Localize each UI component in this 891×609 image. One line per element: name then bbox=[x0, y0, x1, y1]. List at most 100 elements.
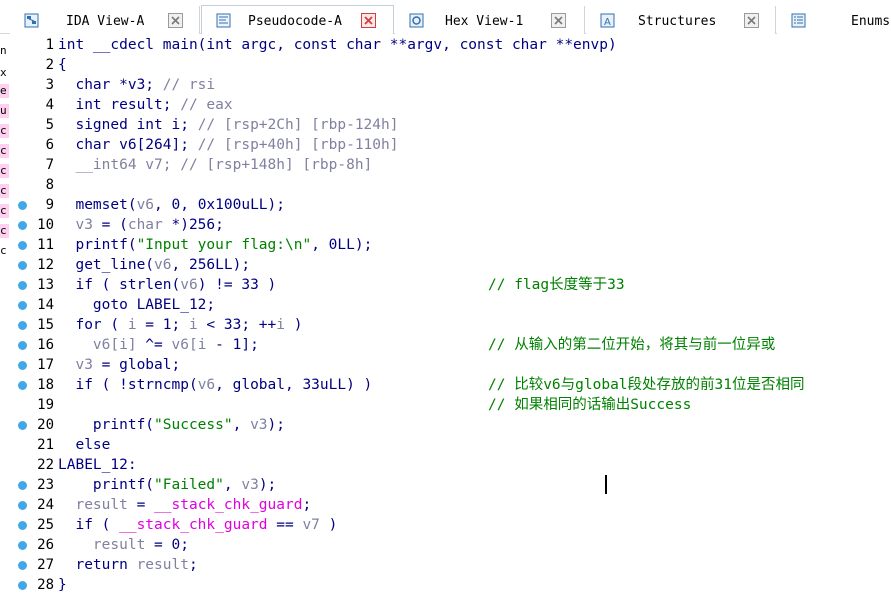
code-token[interactable]: if ( bbox=[58, 517, 119, 533]
code-token[interactable]: } bbox=[58, 577, 67, 593]
tab-ida-view-a[interactable]: IDA View-A bbox=[10, 6, 200, 34]
code-token[interactable]: ; bbox=[302, 497, 311, 513]
code-line[interactable]: 16 v6[i] ^= v6[i - 1]; // 从输入的第二位开始，将其与前一… bbox=[10, 335, 891, 355]
code-token[interactable]: v6 bbox=[180, 277, 197, 293]
code-text[interactable]: } bbox=[58, 575, 67, 595]
code-text[interactable]: v6[i] ^= v6[i - 1]; bbox=[58, 335, 259, 355]
code-token[interactable]: ); bbox=[259, 477, 276, 493]
code-line[interactable]: 4 int result; // eax bbox=[10, 95, 891, 115]
code-token[interactable]: result bbox=[137, 557, 189, 573]
code-text[interactable]: get_line(v6, 256LL); bbox=[58, 255, 250, 275]
code-text[interactable]: v3 = global; bbox=[58, 355, 180, 375]
code-token[interactable]: ) bbox=[285, 317, 303, 333]
code-token[interactable]: return bbox=[58, 557, 137, 573]
code-token[interactable]: *)256; bbox=[163, 217, 223, 233]
code-token[interactable]: v3 bbox=[250, 417, 267, 433]
code-line[interactable]: 20 printf("Success", v3); bbox=[10, 415, 891, 435]
code-token[interactable]: result bbox=[58, 537, 145, 553]
code-line[interactable]: 13 if ( strlen(v6) != 33 ) // flag长度等于33 bbox=[10, 275, 891, 295]
tab-hex-view-1[interactable]: Hex View-1 bbox=[395, 6, 585, 34]
pseudocode-editor[interactable]: 1 int __cdecl main(int argc, const char *… bbox=[10, 34, 891, 609]
code-text[interactable]: if ( strlen(v6) != 33 ) bbox=[58, 275, 276, 295]
code-token[interactable]: get_line( bbox=[58, 257, 154, 273]
code-line[interactable]: 28} bbox=[10, 575, 891, 595]
code-token[interactable]: = global; bbox=[93, 357, 181, 373]
code-line[interactable]: 11 printf("Input your flag:\n", 0LL); bbox=[10, 235, 891, 255]
code-token[interactable]: < 33; ++ bbox=[198, 317, 276, 333]
code-token[interactable]: char *v3; bbox=[58, 77, 163, 93]
code-text[interactable]: printf("Input your flag:\n", 0LL); bbox=[58, 235, 372, 255]
code-token[interactable]: // [rsp+2Ch] [rbp-124h] bbox=[198, 117, 399, 133]
code-line[interactable]: 21 else bbox=[10, 435, 891, 455]
code-text[interactable]: char *v3; // rsi bbox=[58, 75, 215, 95]
tab-structures[interactable]: A Structures bbox=[586, 6, 776, 34]
code-text[interactable]: LABEL_12: bbox=[58, 455, 137, 475]
code-token[interactable]: else bbox=[58, 437, 110, 453]
code-token[interactable]: printf( bbox=[58, 237, 136, 253]
code-token[interactable]: v6[i bbox=[172, 337, 207, 353]
code-text[interactable]: memset(v6, 0, 0x100uLL); bbox=[58, 195, 285, 215]
code-line[interactable]: 15 for ( i = 1; i < 33; ++i ) bbox=[10, 315, 891, 335]
code-text[interactable]: if ( !strncmp(v6, global, 33uLL) ) bbox=[58, 375, 372, 395]
code-line[interactable]: 18 if ( !strncmp(v6, global, 33uLL) ) // … bbox=[10, 375, 891, 395]
code-text[interactable]: printf("Failed", v3); bbox=[58, 475, 276, 495]
code-token[interactable]: goto LABEL_12; bbox=[58, 297, 215, 313]
code-token[interactable]: = 0; bbox=[145, 537, 189, 553]
code-comment[interactable]: // flag长度等于33 bbox=[488, 275, 625, 295]
code-comment[interactable]: // 从输入的第二位开始，将其与前一位异或 bbox=[488, 335, 775, 355]
code-token[interactable]: i bbox=[189, 317, 198, 333]
code-text[interactable]: v3 = (char *)256; bbox=[58, 215, 223, 235]
code-line[interactable]: 26 result = 0; bbox=[10, 535, 891, 555]
code-text[interactable]: __int64 v7; // [rsp+148h] [rbp-8h] bbox=[58, 155, 372, 175]
code-line[interactable]: 7 __int64 v7; // [rsp+148h] [rbp-8h] bbox=[10, 155, 891, 175]
code-token[interactable]: v6[i] bbox=[58, 337, 137, 353]
code-line[interactable]: 27 return result; bbox=[10, 555, 891, 575]
close-icon[interactable] bbox=[551, 13, 566, 28]
code-token[interactable]: v7 bbox=[302, 517, 319, 533]
code-token[interactable]: if ( !strncmp( bbox=[58, 377, 197, 393]
code-text[interactable]: int __cdecl main(int argc, const char **… bbox=[58, 35, 617, 55]
code-token[interactable]: i bbox=[276, 317, 285, 333]
code-token[interactable]: int result; bbox=[58, 97, 180, 113]
code-token[interactable]: = 1; bbox=[137, 317, 189, 333]
code-line[interactable]: 1 int __cdecl main(int argc, const char *… bbox=[10, 35, 891, 55]
code-token[interactable]: memset( bbox=[58, 197, 136, 213]
code-token[interactable]: , 0LL); bbox=[311, 237, 372, 253]
code-token[interactable]: "Success" bbox=[154, 417, 233, 433]
code-line[interactable]: 2{ bbox=[10, 55, 891, 75]
code-line[interactable]: 12 get_line(v6, 256LL); bbox=[10, 255, 891, 275]
code-token[interactable]: // rsi bbox=[163, 77, 215, 93]
code-line[interactable]: 6 char v6[264]; // [rsp+40h] [rbp-110h] bbox=[10, 135, 891, 155]
code-text[interactable]: { bbox=[58, 55, 67, 75]
code-token[interactable]: __stack_chk_guard bbox=[154, 497, 302, 513]
code-token[interactable]: __stack_chk_guard bbox=[119, 517, 267, 533]
code-token[interactable]: ; bbox=[189, 557, 198, 573]
code-token[interactable]: printf( bbox=[58, 417, 154, 433]
code-token[interactable]: = ( bbox=[93, 217, 128, 233]
code-text[interactable]: result = 0; bbox=[58, 535, 189, 555]
code-token[interactable]: if ( strlen( bbox=[58, 277, 180, 293]
code-text[interactable]: for ( i = 1; i < 33; ++i ) bbox=[58, 315, 302, 335]
code-text[interactable]: signed int i; // [rsp+2Ch] [rbp-124h] bbox=[58, 115, 398, 135]
code-text[interactable]: return result; bbox=[58, 555, 198, 575]
code-comment[interactable]: // 如果相同的话输出Success bbox=[488, 395, 691, 415]
code-line[interactable]: 9 memset(v6, 0, 0x100uLL); bbox=[10, 195, 891, 215]
code-token[interactable]: , bbox=[233, 417, 250, 433]
code-token[interactable]: ) != 33 ) bbox=[198, 277, 277, 293]
code-token[interactable]: printf( bbox=[58, 477, 154, 493]
code-token[interactable]: ^= bbox=[137, 337, 172, 353]
code-token[interactable]: i bbox=[128, 317, 137, 333]
code-line[interactable]: 25 if ( __stack_chk_guard == v7 ) bbox=[10, 515, 891, 535]
code-token[interactable]: v3 bbox=[241, 477, 258, 493]
code-token[interactable]: char bbox=[128, 217, 163, 233]
code-token[interactable]: "Failed" bbox=[154, 477, 224, 493]
code-token[interactable]: // [rsp+148h] [rbp-8h] bbox=[180, 157, 372, 173]
code-line[interactable]: 17 v3 = global; bbox=[10, 355, 891, 375]
code-token[interactable]: - 1]; bbox=[206, 337, 259, 353]
code-token[interactable]: == bbox=[268, 517, 303, 533]
code-token[interactable]: { bbox=[58, 57, 67, 73]
code-line[interactable]: 8 bbox=[10, 175, 891, 195]
code-line[interactable]: 22 LABEL_12: bbox=[10, 455, 891, 475]
code-token[interactable]: result bbox=[58, 497, 127, 513]
code-token[interactable]: , 256LL); bbox=[172, 257, 251, 273]
